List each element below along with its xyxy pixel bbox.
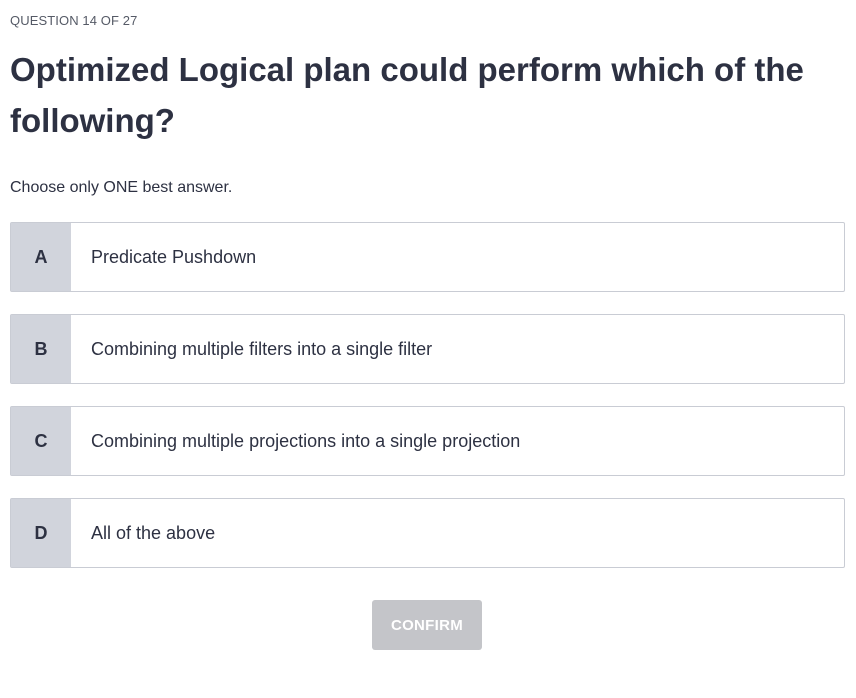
option-letter: A	[11, 223, 71, 291]
confirm-button[interactable]: CONFIRM	[372, 600, 482, 650]
option-letter: C	[11, 407, 71, 475]
question-title: Optimized Logical plan could perform whi…	[10, 51, 804, 139]
option-c[interactable]: C Combining multiple projections into a …	[10, 406, 845, 476]
option-text: Predicate Pushdown	[91, 246, 257, 267]
option-letter: B	[11, 315, 71, 383]
option-text: Combining multiple filters into a single…	[91, 338, 433, 359]
option-b[interactable]: B Combining multiple filters into a sing…	[10, 314, 845, 384]
option-letter: D	[11, 499, 71, 567]
question-counter: QUESTION 14 OF 27	[10, 13, 138, 28]
option-d[interactable]: D All of the above	[10, 498, 845, 568]
option-text: Combining multiple projections into a si…	[91, 430, 521, 451]
option-text: All of the above	[91, 522, 216, 543]
option-a[interactable]: A Predicate Pushdown	[10, 222, 845, 292]
answer-options: A Predicate Pushdown B Combining multipl…	[10, 222, 845, 590]
answer-instruction: Choose only ONE best answer.	[10, 179, 233, 196]
